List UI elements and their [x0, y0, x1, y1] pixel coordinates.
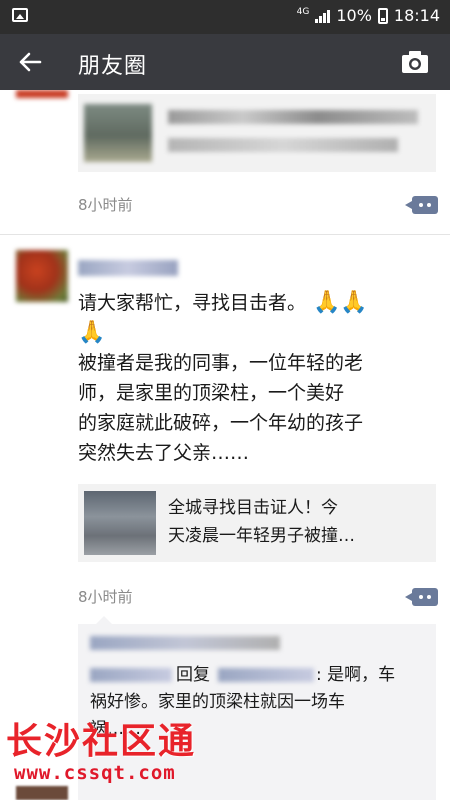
post-text-line: 师，是家里的顶梁柱，一个美好: [78, 382, 345, 404]
battery-percent: 10%: [336, 6, 372, 25]
blurred-link-title: [168, 110, 418, 124]
title-bar: 朋友圈: [0, 34, 450, 90]
watermark-url: www.cssqt.com: [14, 762, 176, 784]
gallery-notification-icon: [12, 8, 28, 22]
avatar[interactable]: [16, 786, 68, 800]
reply-target-name[interactable]: [218, 668, 314, 682]
post-timestamp: 8小时前: [78, 196, 133, 214]
post-text-line: 突然失去了父亲……: [78, 442, 250, 464]
reply-label: 回复: [176, 665, 210, 685]
battery-icon: [377, 7, 388, 24]
blurred-comment-line: [90, 636, 280, 650]
praying-hands-icon: 🙏: [78, 320, 106, 345]
commenter-name[interactable]: [90, 668, 172, 682]
back-arrow-icon[interactable]: [14, 46, 46, 78]
post-text: 请大家帮忙，寻找目击者。 🙏🙏 🙏 被撞者是我的同事，一位年轻的老 师，是家里的…: [78, 288, 438, 468]
praying-hands-icon: 🙏🙏: [306, 290, 368, 315]
network-type: 4G: [296, 6, 310, 17]
clock: 18:14: [393, 6, 440, 25]
moments-feed[interactable]: 8小时前 请大家帮忙，寻找目击者。 🙏🙏 🙏 被撞者是我的同事，一位年轻的老 师…: [0, 90, 450, 800]
post-text-line: 被撞者是我的同事，一位年轻的老: [78, 352, 364, 374]
post-timestamp: 8小时前: [78, 588, 133, 606]
page-title: 朋友圈: [78, 54, 148, 79]
comment-text: : 是啊，车: [316, 665, 396, 685]
camera-icon[interactable]: [400, 47, 430, 77]
link-title: 全城寻找目击证人！今 天凌晨一年轻男子被撞…: [168, 498, 355, 546]
link-thumbnail: [84, 491, 156, 555]
link-card-news[interactable]: 全城寻找目击证人！今 天凌晨一年轻男子被撞…: [78, 484, 436, 562]
watermark-title: 长沙社区通: [6, 721, 197, 762]
status-right: 4G 10% 18:14: [297, 6, 440, 25]
status-bar: 4G 10% 18:14: [0, 0, 450, 34]
link-card-previous[interactable]: [78, 94, 436, 172]
comment-button[interactable]: [405, 588, 438, 606]
author-name[interactable]: [78, 260, 178, 276]
post-text-line: 的家庭就此破碎，一个年幼的孩子: [78, 412, 364, 434]
avatar[interactable]: [16, 90, 68, 98]
blurred-link-title: [168, 138, 398, 152]
post-text-line: 请大家帮忙，寻找目击者。: [78, 292, 307, 314]
avatar[interactable]: [16, 250, 68, 302]
signal-icon: [315, 9, 331, 23]
post-divider: [0, 234, 450, 235]
comment-button[interactable]: [405, 196, 438, 214]
link-thumbnail: [84, 104, 152, 162]
